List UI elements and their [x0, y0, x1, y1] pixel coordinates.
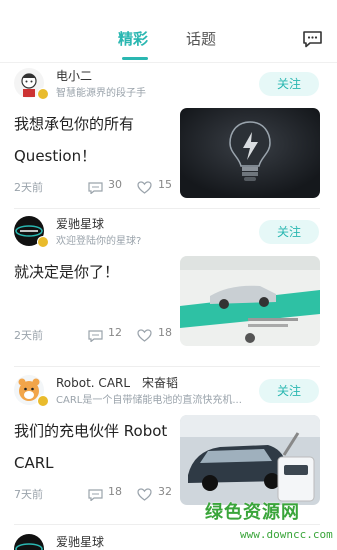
card-divider: [14, 366, 320, 367]
ev-poster-image[interactable]: [180, 256, 320, 346]
comment-count: 12: [108, 326, 122, 339]
follow-button[interactable]: 关注: [259, 72, 319, 96]
post-card[interactable]: 电小二 智慧能源界的段子手 关注 我想承包你的所有 Question！ 2天前 …: [0, 64, 337, 212]
verified-badge-icon: [37, 395, 49, 407]
post-card[interactable]: 爱驰星球 欢迎登陆你的星球? 关注 就决定是你了！ 2天前 12 18: [0, 212, 337, 360]
heart-icon[interactable]: [137, 486, 152, 501]
post-title[interactable]: 就决定是你了！: [14, 256, 174, 288]
avatar[interactable]: [14, 534, 44, 550]
heart-icon[interactable]: [137, 327, 152, 342]
user-bio: CARL是一个自带储能电池的直流快充机...: [56, 395, 242, 406]
top-header: 精彩 话题: [0, 0, 337, 62]
verified-badge-icon: [37, 236, 49, 248]
comment-icon[interactable]: [88, 486, 103, 502]
verified-badge-icon: [37, 88, 49, 100]
username[interactable]: 爱驰星球: [56, 533, 104, 550]
watermark-url: www.downcc.com: [240, 528, 333, 541]
card-divider: [14, 524, 320, 525]
heart-icon[interactable]: [137, 179, 152, 194]
post-title[interactable]: 我想承包你的所有 Question！: [14, 108, 174, 172]
message-icon[interactable]: [302, 30, 323, 48]
comment-icon[interactable]: [88, 327, 103, 343]
post-time: 7天前: [14, 488, 43, 501]
lightbulb-image[interactable]: [180, 108, 320, 198]
user-bio: 智慧能源界的段子手: [56, 88, 146, 99]
active-tab-indicator: [122, 57, 148, 60]
comment-count: 18: [108, 485, 122, 498]
post-time: 2天前: [14, 181, 43, 194]
like-count: 18: [158, 326, 172, 339]
follow-button[interactable]: 关注: [259, 379, 319, 403]
like-count: 32: [158, 485, 172, 498]
tab-featured[interactable]: 精彩: [118, 28, 148, 49]
comment-count: 30: [108, 178, 122, 191]
post-title[interactable]: 我们的充电伙伴 Robot CARL: [14, 415, 174, 479]
tab-topics[interactable]: 话题: [186, 28, 216, 49]
charging-robot-image[interactable]: [180, 415, 320, 505]
watermark-logo: 绿色资源网: [205, 502, 300, 523]
username[interactable]: Robot. CARL 宋奋韬: [56, 374, 178, 391]
user-bio: 欢迎登陆你的星球?: [56, 236, 142, 247]
header-divider: [0, 62, 337, 63]
username[interactable]: 爱驰星球: [56, 215, 104, 232]
follow-button[interactable]: 关注: [259, 220, 319, 244]
card-divider: [14, 208, 320, 209]
post-time: 2天前: [14, 329, 43, 342]
comment-icon[interactable]: [88, 179, 103, 195]
username[interactable]: 电小二: [56, 67, 92, 84]
post-card[interactable]: Robot. CARL 宋奋韬 CARL是一个自带储能电池的直流快充机... 关…: [0, 371, 337, 519]
like-count: 15: [158, 178, 172, 191]
